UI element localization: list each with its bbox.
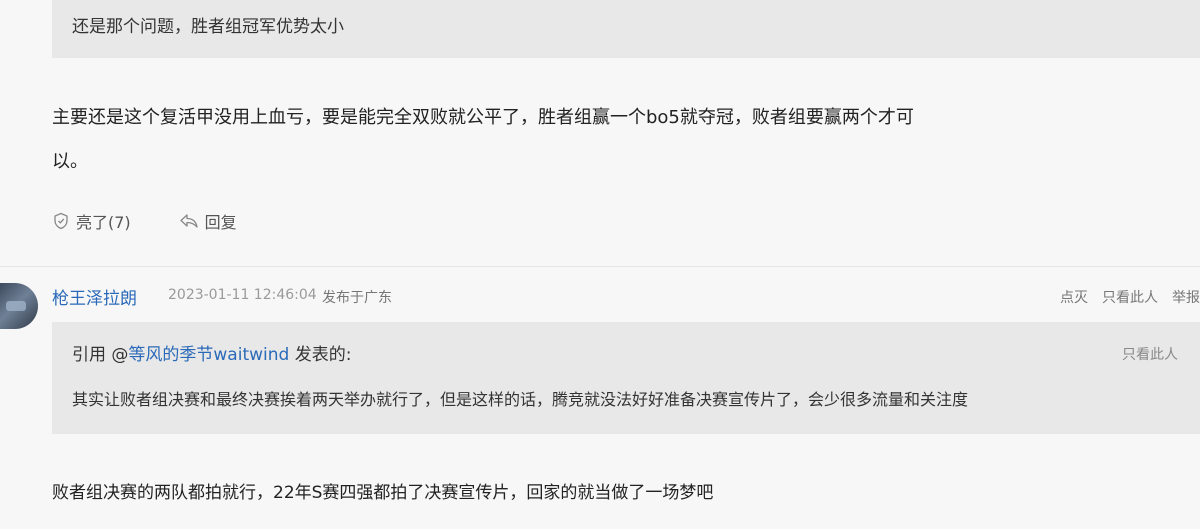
quote-suffix: 发表的:	[289, 345, 352, 365]
quoted-user-link[interactable]: 等风的季节waitwind	[128, 345, 289, 365]
timestamp: 2023-01-11 12:46:04	[168, 287, 317, 303]
quoted-comment-top: 还是那个问题，胜者组冠军优势太小	[52, 0, 1200, 58]
post-location: 发布于广东	[322, 290, 392, 306]
shield-like-icon	[54, 212, 68, 230]
quote-box: 引用 @等风的季节waitwind 发表的: 只看此人 其实让败者组决赛和最终决…	[52, 322, 1200, 434]
comment-actions: 亮了(7) 回复	[52, 208, 285, 234]
only-this-user-button[interactable]: 只看此人	[1102, 287, 1158, 307]
like-button[interactable]: 亮了(7)	[52, 209, 131, 233]
username-link[interactable]: 枪王泽拉朗	[52, 284, 137, 309]
quote-prefix: 引用 @	[72, 345, 129, 365]
comment-tools: 点灭 只看此人 举报	[1046, 287, 1200, 307]
comment-divider	[0, 266, 1200, 267]
reply-arrow-icon	[180, 214, 198, 228]
comment-body-line: 主要还是这个复活甲没用上血亏，要是能完全双败就公平了，胜者组赢一个bo5就夺冠，…	[52, 107, 914, 128]
like-label: 亮了(7)	[76, 213, 131, 232]
reply-button[interactable]: 回复	[179, 209, 237, 233]
comment-body: 败者组决赛的两队都拍就行，22年S赛四强都拍了决赛宣传片，回家的就当做了一场梦吧	[52, 483, 714, 503]
reply-label: 回复	[204, 213, 237, 232]
quoted-text: 还是那个问题，胜者组冠军优势太小	[72, 17, 344, 37]
avatar[interactable]	[0, 283, 38, 329]
quote-only-this-user-button[interactable]: 只看此人	[1122, 344, 1178, 364]
report-button[interactable]: 举报	[1172, 287, 1200, 307]
dim-button[interactable]: 点灭	[1060, 287, 1088, 307]
comment-body: 主要还是这个复活甲没用上血亏，要是能完全双败就公平了，胜者组赢一个bo5就夺冠，…	[52, 96, 1012, 184]
quote-header: 引用 @等风的季节waitwind 发表的:	[72, 340, 351, 365]
quoted-text: 其实让败者组决赛和最终决赛挨着两天举办就行了，但是这样的话，腾竞就没法好好准备决…	[72, 390, 969, 409]
comment-body-line: 以。	[52, 151, 88, 172]
